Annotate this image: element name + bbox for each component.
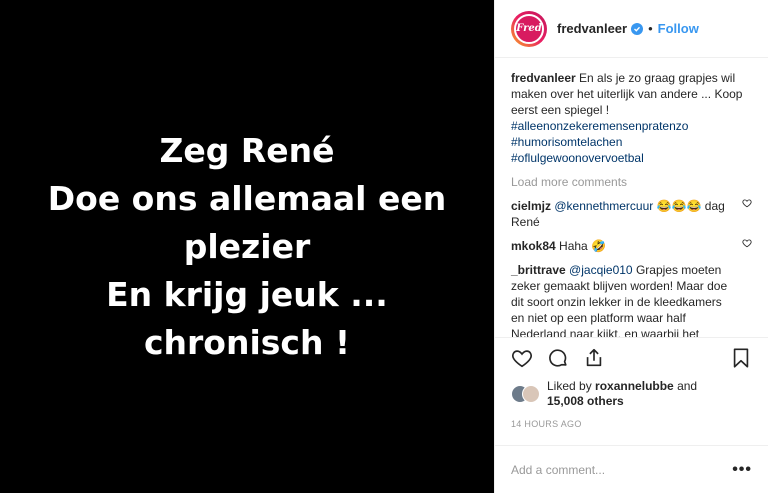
post-timestamp[interactable]: 14 HOURS AGO xyxy=(495,409,768,429)
comment-input[interactable] xyxy=(511,462,733,477)
likes-prefix: Liked by xyxy=(547,379,592,393)
likes-text: Liked by roxannelubbe and 15,008 others xyxy=(547,379,697,409)
likes-summary: Liked by roxannelubbe and 15,008 others xyxy=(495,377,768,409)
more-options-icon[interactable]: ••• xyxy=(732,461,752,479)
liker-avatar xyxy=(522,385,540,403)
image-text: Zeg René Doe ons allemaal een plezier En… xyxy=(48,127,446,367)
avatar[interactable]: Fred xyxy=(511,10,547,47)
image-text-line: Zeg René xyxy=(159,130,335,170)
comment-item: _brittrave @jacqie010 Grapjes moeten zek… xyxy=(511,262,752,337)
comment-item: cielmjz @kennethmercuur 😂😂😂 dag René xyxy=(511,198,752,230)
post-sidebar: Fred fredvanleer • Follow fredvanleer En… xyxy=(494,0,768,493)
comment-author[interactable]: _brittrave xyxy=(511,263,566,277)
share-icon[interactable] xyxy=(583,347,605,369)
load-more-comments-button[interactable]: Load more comments xyxy=(511,174,752,190)
comment-item: mkok84 Haha 🤣 xyxy=(511,238,752,254)
comment-bubble-icon[interactable] xyxy=(547,347,569,369)
comment-author[interactable]: cielmjz xyxy=(511,199,551,213)
comment-mention[interactable]: @kennethmercuur xyxy=(554,199,653,213)
comment-text: Haha 🤣 xyxy=(559,239,607,253)
bookmark-icon[interactable] xyxy=(730,347,752,369)
caption-author[interactable]: fredvanleer xyxy=(511,71,576,85)
post-header: Fred fredvanleer • Follow xyxy=(495,0,768,58)
image-text-line: plezier xyxy=(183,226,311,266)
image-text-line: chronisch ! xyxy=(143,322,351,362)
add-comment-bar: ••• xyxy=(495,445,768,493)
caption: fredvanleer En als je zo graag grapjes w… xyxy=(511,70,752,166)
post-image[interactable]: Zeg René Doe ons allemaal een plezier En… xyxy=(0,0,494,493)
follow-button[interactable]: Follow xyxy=(658,21,699,36)
comment-mention[interactable]: @jacqie010 xyxy=(569,263,633,277)
image-text-line: Doe ons allemaal een xyxy=(47,178,447,218)
liker-username[interactable]: roxannelubbe xyxy=(595,379,674,393)
comments-section: fredvanleer En als je zo graag grapjes w… xyxy=(495,58,768,337)
hashtag-link[interactable]: #oflulgewoonovervoetbal xyxy=(511,150,752,166)
avatar-logo: Fred xyxy=(514,13,544,44)
hashtag-link[interactable]: #humorisomtelachen xyxy=(511,134,752,150)
liker-avatars xyxy=(511,385,541,403)
action-bar xyxy=(495,337,768,377)
like-heart-icon[interactable] xyxy=(511,347,533,369)
separator-dot: • xyxy=(648,21,653,36)
likes-and: and xyxy=(677,379,698,393)
instagram-post: Zeg René Doe ons allemaal een plezier En… xyxy=(0,0,768,493)
hashtag-link[interactable]: #alleenonzekeremensenpratenzo xyxy=(511,118,752,134)
heart-icon[interactable] xyxy=(742,198,752,208)
image-text-line: En krijg jeuk ... xyxy=(106,274,388,314)
username[interactable]: fredvanleer xyxy=(557,21,627,36)
likes-count[interactable]: 15,008 others xyxy=(547,394,624,408)
heart-icon[interactable] xyxy=(742,238,752,248)
verified-badge-icon xyxy=(631,22,644,35)
comment-author[interactable]: mkok84 xyxy=(511,239,556,253)
